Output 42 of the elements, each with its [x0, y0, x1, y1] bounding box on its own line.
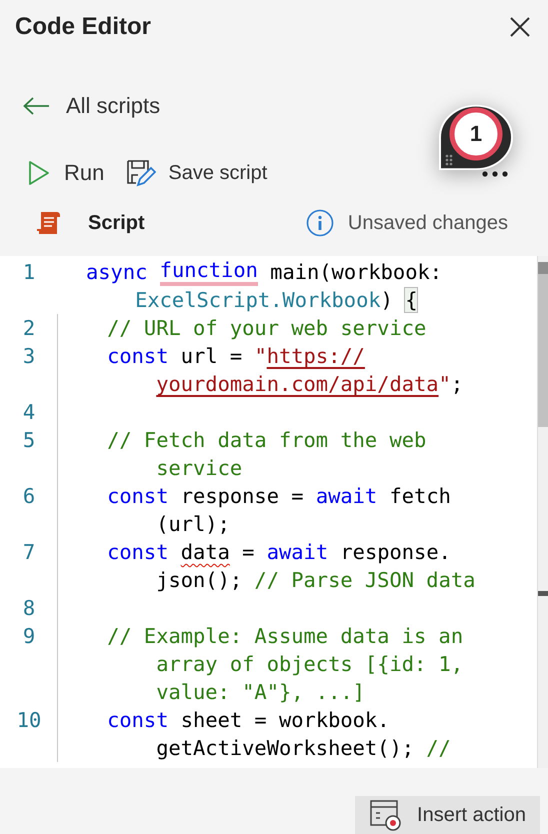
- info-icon: [306, 209, 334, 237]
- scrollbar[interactable]: [537, 256, 548, 768]
- all-scripts-link[interactable]: All scripts: [22, 92, 160, 122]
- code-line: // URL of your web service: [106, 315, 426, 342]
- line-number: 3: [22, 343, 36, 370]
- code-line: value: "A"}, ...]: [155, 679, 366, 706]
- code-line: // Fetch data from the web: [106, 427, 426, 454]
- line-number: 4: [22, 399, 36, 426]
- insert-action-icon: [369, 799, 404, 831]
- line-number: 8: [22, 595, 36, 622]
- run-button[interactable]: Run: [28, 156, 104, 190]
- code-line: const sheet = workbook.: [106, 707, 390, 734]
- line-number: 2: [22, 315, 36, 342]
- line-number: 6: [22, 483, 36, 510]
- code-line: getActiveWorksheet(); //: [155, 735, 451, 762]
- save-script-button[interactable]: Save script: [126, 156, 268, 190]
- code-line: json(); // Parse JSON data: [155, 567, 476, 594]
- line-number: 7: [22, 539, 36, 566]
- save-icon: [126, 159, 156, 187]
- code-line: service: [155, 455, 244, 482]
- code-line: async function main(workbook:: [86, 258, 442, 286]
- line-number: 1: [22, 259, 36, 286]
- line-number: 9: [22, 623, 36, 650]
- code-line: ExcelScript.Workbook) {: [134, 287, 418, 314]
- line-number: 5: [22, 427, 36, 454]
- panel-title: Code Editor: [15, 13, 151, 41]
- code-editor[interactable]: [0, 256, 548, 768]
- back-arrow-icon: [22, 96, 50, 116]
- script-label: Script: [88, 212, 145, 234]
- close-icon: [510, 17, 530, 37]
- code-line: // Example: Assume data is an: [106, 623, 464, 650]
- code-line: yourdomain.com/api/data";: [155, 371, 464, 398]
- insert-action-button[interactable]: Insert action: [355, 796, 540, 834]
- line-number: 10: [16, 707, 42, 734]
- code-line: array of objects [{id: 1,: [155, 651, 464, 678]
- code-line: const url = "https://: [106, 343, 366, 370]
- script-icon: [36, 209, 62, 237]
- code-line: const response = await fetch: [106, 483, 451, 510]
- unsaved-status: Unsaved changes: [348, 212, 508, 234]
- code-line: (url);: [155, 511, 231, 538]
- code-line: const data = await response.: [106, 539, 452, 566]
- play-icon: [28, 160, 50, 186]
